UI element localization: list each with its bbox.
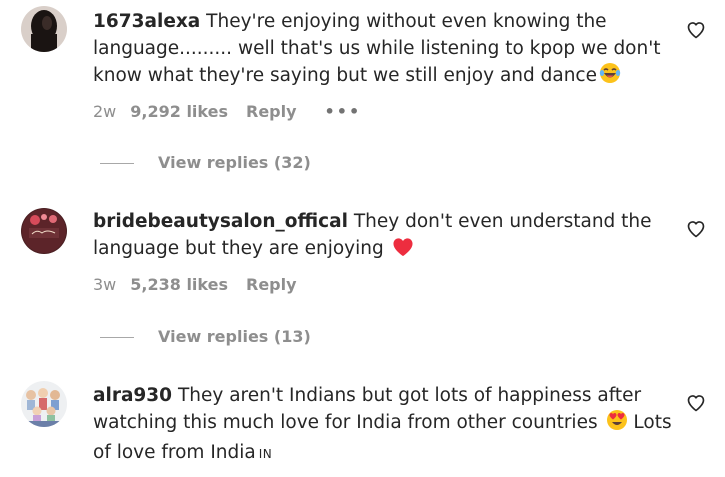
divider-line	[100, 163, 134, 164]
username[interactable]: bridebeautysalon_offical	[93, 211, 348, 232]
likes-count[interactable]: 9,292 likes	[130, 102, 228, 122]
like-heart-icon[interactable]	[686, 219, 706, 239]
comment-meta: 3w 5,238 likes Reply	[93, 275, 297, 295]
comment-text: bridebeautysalon_offical They don't even…	[93, 208, 678, 265]
timestamp: 2w	[93, 102, 117, 121]
heart-eyes-icon	[606, 409, 628, 439]
view-replies-label: View replies (32)	[158, 153, 311, 172]
view-replies-label: View replies (13)	[158, 327, 311, 346]
reply-button[interactable]: Reply	[246, 275, 297, 295]
comment-text: 1673alexa They're enjoying without even …	[93, 8, 678, 92]
avatar[interactable]	[21, 6, 67, 52]
red-heart-icon	[392, 237, 414, 265]
india-flag-icon: IN	[258, 447, 273, 461]
avatar-image-icon	[21, 6, 67, 52]
avatar[interactable]	[21, 208, 67, 254]
avatar[interactable]	[21, 381, 67, 427]
likes-count[interactable]: 5,238 likes	[130, 275, 228, 295]
like-heart-icon[interactable]	[686, 20, 706, 40]
reply-button[interactable]: Reply	[246, 102, 297, 122]
like-heart-icon[interactable]	[686, 393, 706, 413]
username[interactable]: alra930	[93, 385, 172, 406]
username[interactable]: 1673alexa	[93, 11, 200, 32]
laughing-tears-icon	[599, 62, 621, 92]
avatar-image-icon	[21, 381, 67, 427]
comment-meta: 2w 9,292 likes Reply •••	[93, 102, 361, 122]
comment-body-part1: They aren't Indians but got lots of happ…	[93, 385, 642, 433]
more-options-icon[interactable]: •••	[325, 102, 362, 122]
divider-line	[100, 337, 134, 338]
comment-text: alra930 They aren't Indians but got lots…	[93, 382, 678, 468]
avatar-image-icon	[21, 208, 67, 254]
view-replies-button[interactable]: View replies (32)	[100, 153, 311, 173]
timestamp: 3w	[93, 275, 117, 294]
view-replies-button[interactable]: View replies (13)	[100, 327, 311, 347]
